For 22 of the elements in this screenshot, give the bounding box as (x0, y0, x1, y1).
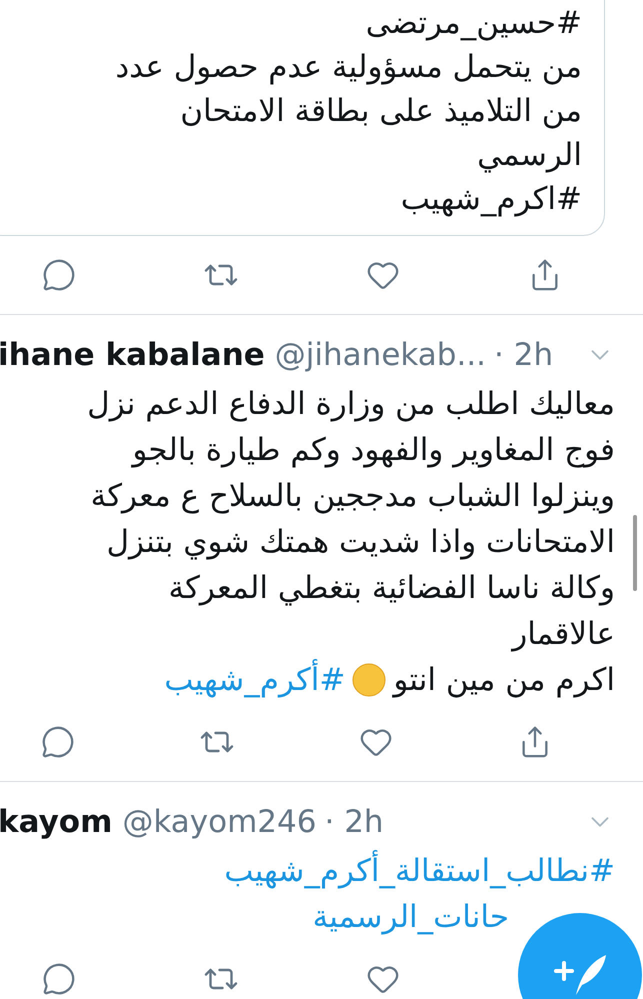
tweet-time: · 2h (494, 337, 554, 373)
hashtag-link[interactable]: #أكرم_شهيب (164, 657, 346, 703)
hashtag-link[interactable]: حانات_الرسمية (312, 894, 509, 940)
tweet-text: #حسين_مرتضى (366, 4, 582, 43)
tweet-text: فوج المغاوير والفهود وكم طيارة بالجو (132, 431, 615, 470)
tweet-text: معاليك اطلب من وزارة الدفاع الدعم نزل (87, 385, 615, 424)
tweet-text: وكالة ناسا الفضائية بتغطي المعركة (168, 569, 615, 608)
tweet-text: عالاقمار (512, 615, 615, 654)
tweet-text: من التلاميذ على بطاقة الامتحان (180, 92, 582, 131)
quoted-tweet-card[interactable]: #حسين_مرتضى من يتحمل مسؤولية عدم حصول عدد من التلاميذ على بطاقة الامتحان الرسمي #اكرم_شهيب (0, 0, 605, 236)
tweet-text: وينزلوا الشباب مدججين بالسلاح ع معركة (90, 477, 615, 516)
user-name: kayom (0, 804, 112, 840)
tweet-text: اكرم من مين انتو (393, 661, 615, 700)
tweet-text: الامتحانات واذا شديت همتك شوي بتنزل (106, 523, 615, 562)
tweet-text: #اكرم_شهيب (400, 180, 582, 219)
user-handle: @kayom246 (122, 804, 316, 840)
tweet-text: الرسمي (477, 136, 582, 175)
user-name: ihane kabalane (0, 337, 265, 373)
tweet-text: من يتحمل مسؤولية عدم حصول عدد (115, 48, 582, 87)
user-handle: @jihanekab... (274, 337, 486, 373)
tweet-time: · 2h (324, 804, 384, 840)
hashtag-link[interactable]: #نطالب_استقالة_أكرم_شهيب (224, 848, 615, 894)
